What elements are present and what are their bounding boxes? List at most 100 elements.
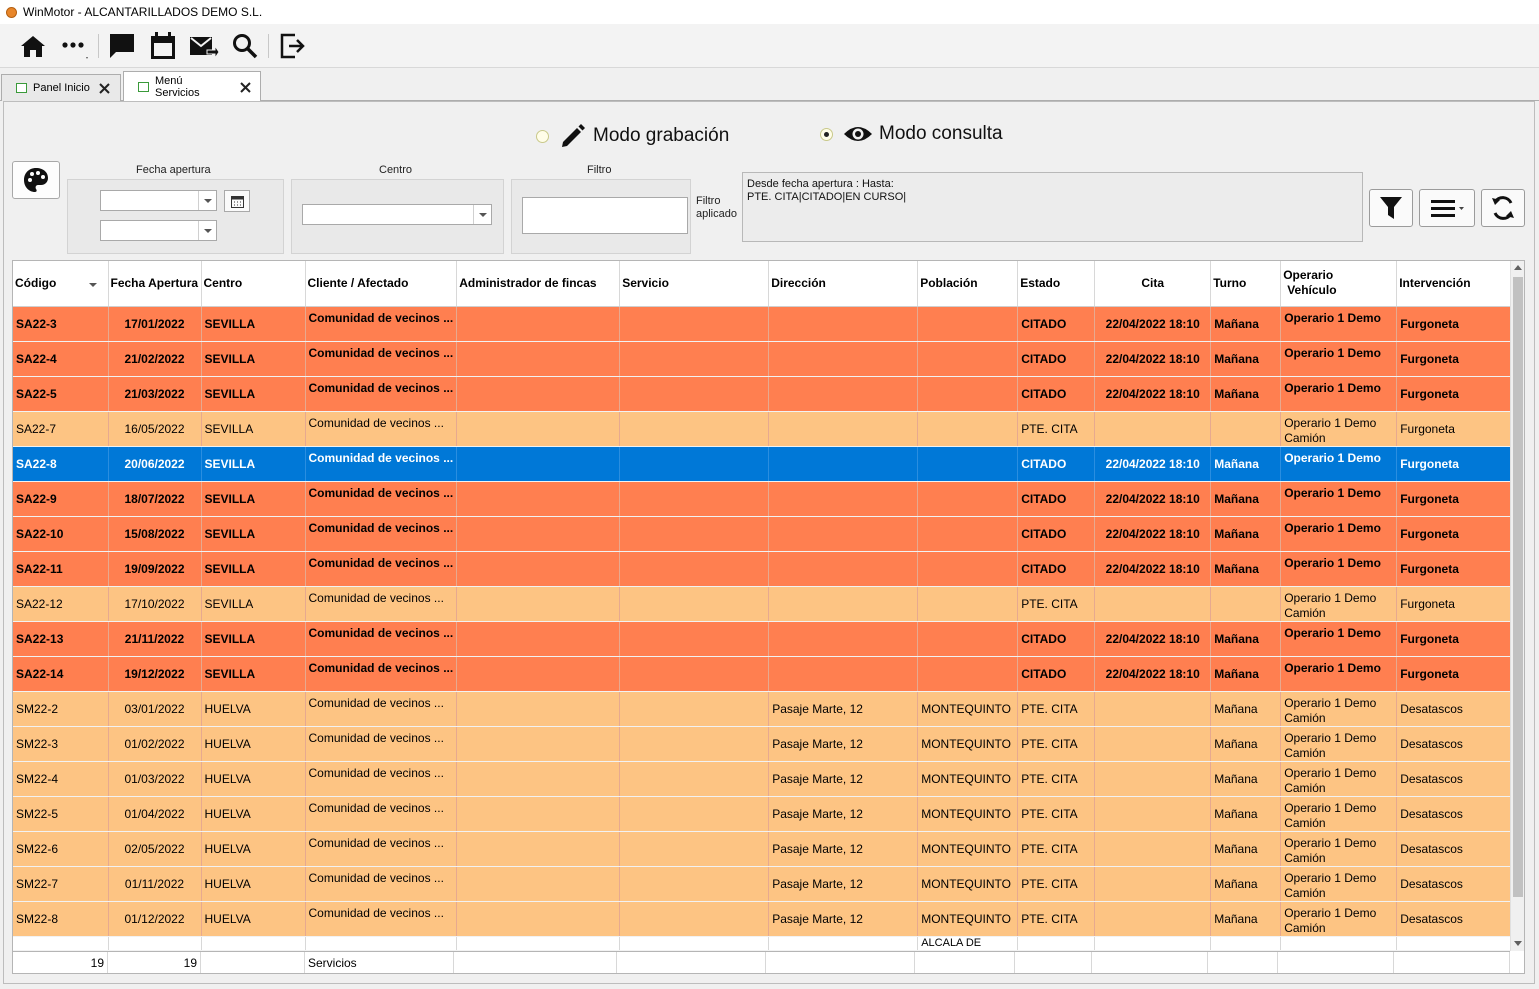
cell-servicio[interactable]: [619, 726, 770, 762]
cell-estado[interactable]: PTE. CITA: [1017, 726, 1096, 762]
cell-turno[interactable]: [1210, 586, 1282, 622]
calendar-picker-button[interactable]: [224, 190, 250, 212]
cell-codigo[interactable]: SA22-12: [13, 586, 109, 622]
table-row[interactable]: SA22-8 20/06/2022 SEVILLA Comunidad de veci…: [13, 446, 1514, 482]
services-grid[interactable]: Código Fecha Apertura Centro Cliente / A…: [12, 260, 1525, 974]
table-row[interactable]: SM22-8 01/12/2022 HUELVA Comunidad de vecin…: [13, 901, 1514, 937]
cell-administrador[interactable]: [456, 516, 621, 552]
cell-administrador[interactable]: [456, 446, 621, 482]
cell-centro[interactable]: HUELVA: [201, 831, 306, 867]
exit-icon[interactable]: [277, 30, 309, 62]
cell-servicio[interactable]: [619, 306, 770, 342]
cell-codigo[interactable]: SA22-8: [13, 446, 109, 482]
calendar-icon[interactable]: [147, 30, 179, 62]
cell-operario-vehiculo[interactable]: Operario 1 Demo: [1280, 481, 1398, 517]
cell-direccion[interactable]: Pasaje Marte, 12: [768, 691, 919, 727]
cell-codigo[interactable]: SM22-2: [13, 691, 109, 727]
cell-poblacion[interactable]: [917, 586, 1019, 622]
cell-direccion[interactable]: Pasaje Marte, 12: [768, 866, 919, 902]
cell-estado[interactable]: PTE. CITA: [1017, 761, 1096, 797]
cell-administrador[interactable]: [456, 656, 621, 692]
col-header-operario-vehiculo[interactable]: Operario Vehículo: [1280, 261, 1398, 307]
cell-direccion[interactable]: Pasaje Marte, 12: [768, 761, 919, 797]
cell-centro[interactable]: HUELVA: [201, 691, 306, 727]
cell-administrador[interactable]: [456, 691, 621, 727]
partial-cell[interactable]: [768, 936, 919, 951]
table-row[interactable]: SA22-5 21/03/2022 SEVILLA Comunidad de veci…: [13, 376, 1514, 412]
cell-codigo[interactable]: SM22-4: [13, 761, 109, 797]
col-header-cliente[interactable]: Cliente / Afectado: [305, 261, 458, 307]
search-icon[interactable]: [229, 30, 261, 62]
cell-servicio[interactable]: [619, 796, 770, 832]
table-row[interactable]: SA22-14 19/12/2022 SEVILLA Comunidad de vec…: [13, 656, 1514, 692]
cell-cita[interactable]: 22/04/2022 18:10: [1094, 341, 1212, 377]
cell-turno[interactable]: Mañana: [1210, 306, 1282, 342]
cell-operario-vehiculo[interactable]: Operario 1 Demo: [1280, 376, 1398, 412]
cell-fecha-apertura[interactable]: 19/12/2022: [108, 656, 202, 692]
cell-cita[interactable]: 22/04/2022 18:10: [1094, 516, 1212, 552]
cell-fecha-apertura[interactable]: 03/01/2022: [108, 691, 202, 727]
palette-button[interactable]: [12, 161, 60, 199]
tab-panel-inicio[interactable]: Panel Inicio: [1, 74, 121, 101]
cell-centro[interactable]: HUELVA: [201, 866, 306, 902]
cell-servicio[interactable]: [619, 761, 770, 797]
partial-cell[interactable]: [1280, 936, 1398, 951]
col-header-cita[interactable]: Cita: [1094, 261, 1212, 307]
cell-cliente[interactable]: Comunidad de vecinos ...: [305, 306, 458, 342]
cell-servicio[interactable]: [619, 516, 770, 552]
scrollbar-thumb[interactable]: [1513, 277, 1523, 897]
cell-estado[interactable]: CITADO: [1017, 341, 1096, 377]
cell-servicio[interactable]: [619, 901, 770, 937]
cell-codigo[interactable]: SA22-9: [13, 481, 109, 517]
cell-turno[interactable]: Mañana: [1210, 481, 1282, 517]
cell-centro[interactable]: HUELVA: [201, 761, 306, 797]
partial-cell[interactable]: [1094, 936, 1212, 951]
cell-cita[interactable]: [1094, 586, 1212, 622]
mode-grabacion-option[interactable]: Modo grabación: [536, 122, 729, 150]
table-row[interactable]: SA22-10 15/08/2022 SEVILLA Comunidad de vec…: [13, 516, 1514, 552]
cell-intervencion[interactable]: Furgoneta: [1396, 586, 1514, 622]
cell-centro[interactable]: SEVILLA: [201, 621, 306, 657]
cell-administrador[interactable]: [456, 481, 621, 517]
cell-direccion[interactable]: [768, 656, 919, 692]
table-row[interactable]: SM22-4 01/03/2022 HUELVA Comunidad de vecin…: [13, 761, 1514, 797]
cell-operario-vehiculo[interactable]: Operario 1 Demo Camión: [1280, 691, 1398, 727]
cell-servicio[interactable]: [619, 691, 770, 727]
cell-servicio[interactable]: [619, 831, 770, 867]
cell-operario-vehiculo[interactable]: Operario 1 Demo: [1280, 341, 1398, 377]
partial-cell[interactable]: [305, 936, 458, 951]
cell-fecha-apertura[interactable]: 01/11/2022: [108, 866, 202, 902]
cell-cita[interactable]: 22/04/2022 18:10: [1094, 551, 1212, 587]
cell-estado[interactable]: CITADO: [1017, 656, 1096, 692]
cell-turno[interactable]: Mañana: [1210, 551, 1282, 587]
cell-codigo[interactable]: SA22-14: [13, 656, 109, 692]
cell-operario-vehiculo[interactable]: Operario 1 Demo: [1280, 551, 1398, 587]
cell-fecha-apertura[interactable]: 21/02/2022: [108, 341, 202, 377]
cell-cita[interactable]: 22/04/2022 18:10: [1094, 376, 1212, 412]
cell-servicio[interactable]: [619, 551, 770, 587]
cell-turno[interactable]: Mañana: [1210, 376, 1282, 412]
chat-icon[interactable]: [106, 30, 138, 62]
cell-fecha-apertura[interactable]: 17/10/2022: [108, 586, 202, 622]
col-header-fecha-apertura[interactable]: Fecha Apertura: [108, 261, 202, 307]
cell-poblacion[interactable]: [917, 551, 1019, 587]
cell-estado[interactable]: CITADO: [1017, 446, 1096, 482]
cell-direccion[interactable]: Pasaje Marte, 12: [768, 901, 919, 937]
tab-menu-servicios[interactable]: Menú Servicios: [123, 71, 261, 102]
cell-operario-vehiculo[interactable]: Operario 1 Demo Camión: [1280, 411, 1398, 447]
partial-cell[interactable]: [1396, 936, 1514, 951]
cell-fecha-apertura[interactable]: 01/04/2022: [108, 796, 202, 832]
cell-codigo[interactable]: SA22-7: [13, 411, 109, 447]
cell-servicio[interactable]: [619, 586, 770, 622]
table-row[interactable]: SM22-2 03/01/2022 HUELVA Comunidad de vecin…: [13, 691, 1514, 727]
partial-cell[interactable]: [13, 936, 109, 951]
cell-fecha-apertura[interactable]: 02/05/2022: [108, 831, 202, 867]
table-row[interactable]: SA22-7 16/05/2022 SEVILLA Comunidad de veci…: [13, 411, 1514, 447]
close-icon[interactable]: [238, 80, 252, 94]
cell-centro[interactable]: SEVILLA: [201, 586, 306, 622]
cell-operario-vehiculo[interactable]: Operario 1 Demo Camión: [1280, 761, 1398, 797]
cell-cita[interactable]: [1094, 411, 1212, 447]
cell-turno[interactable]: Mañana: [1210, 761, 1282, 797]
cell-cliente[interactable]: Comunidad de vecinos ...: [305, 411, 458, 447]
cell-administrador[interactable]: [456, 621, 621, 657]
